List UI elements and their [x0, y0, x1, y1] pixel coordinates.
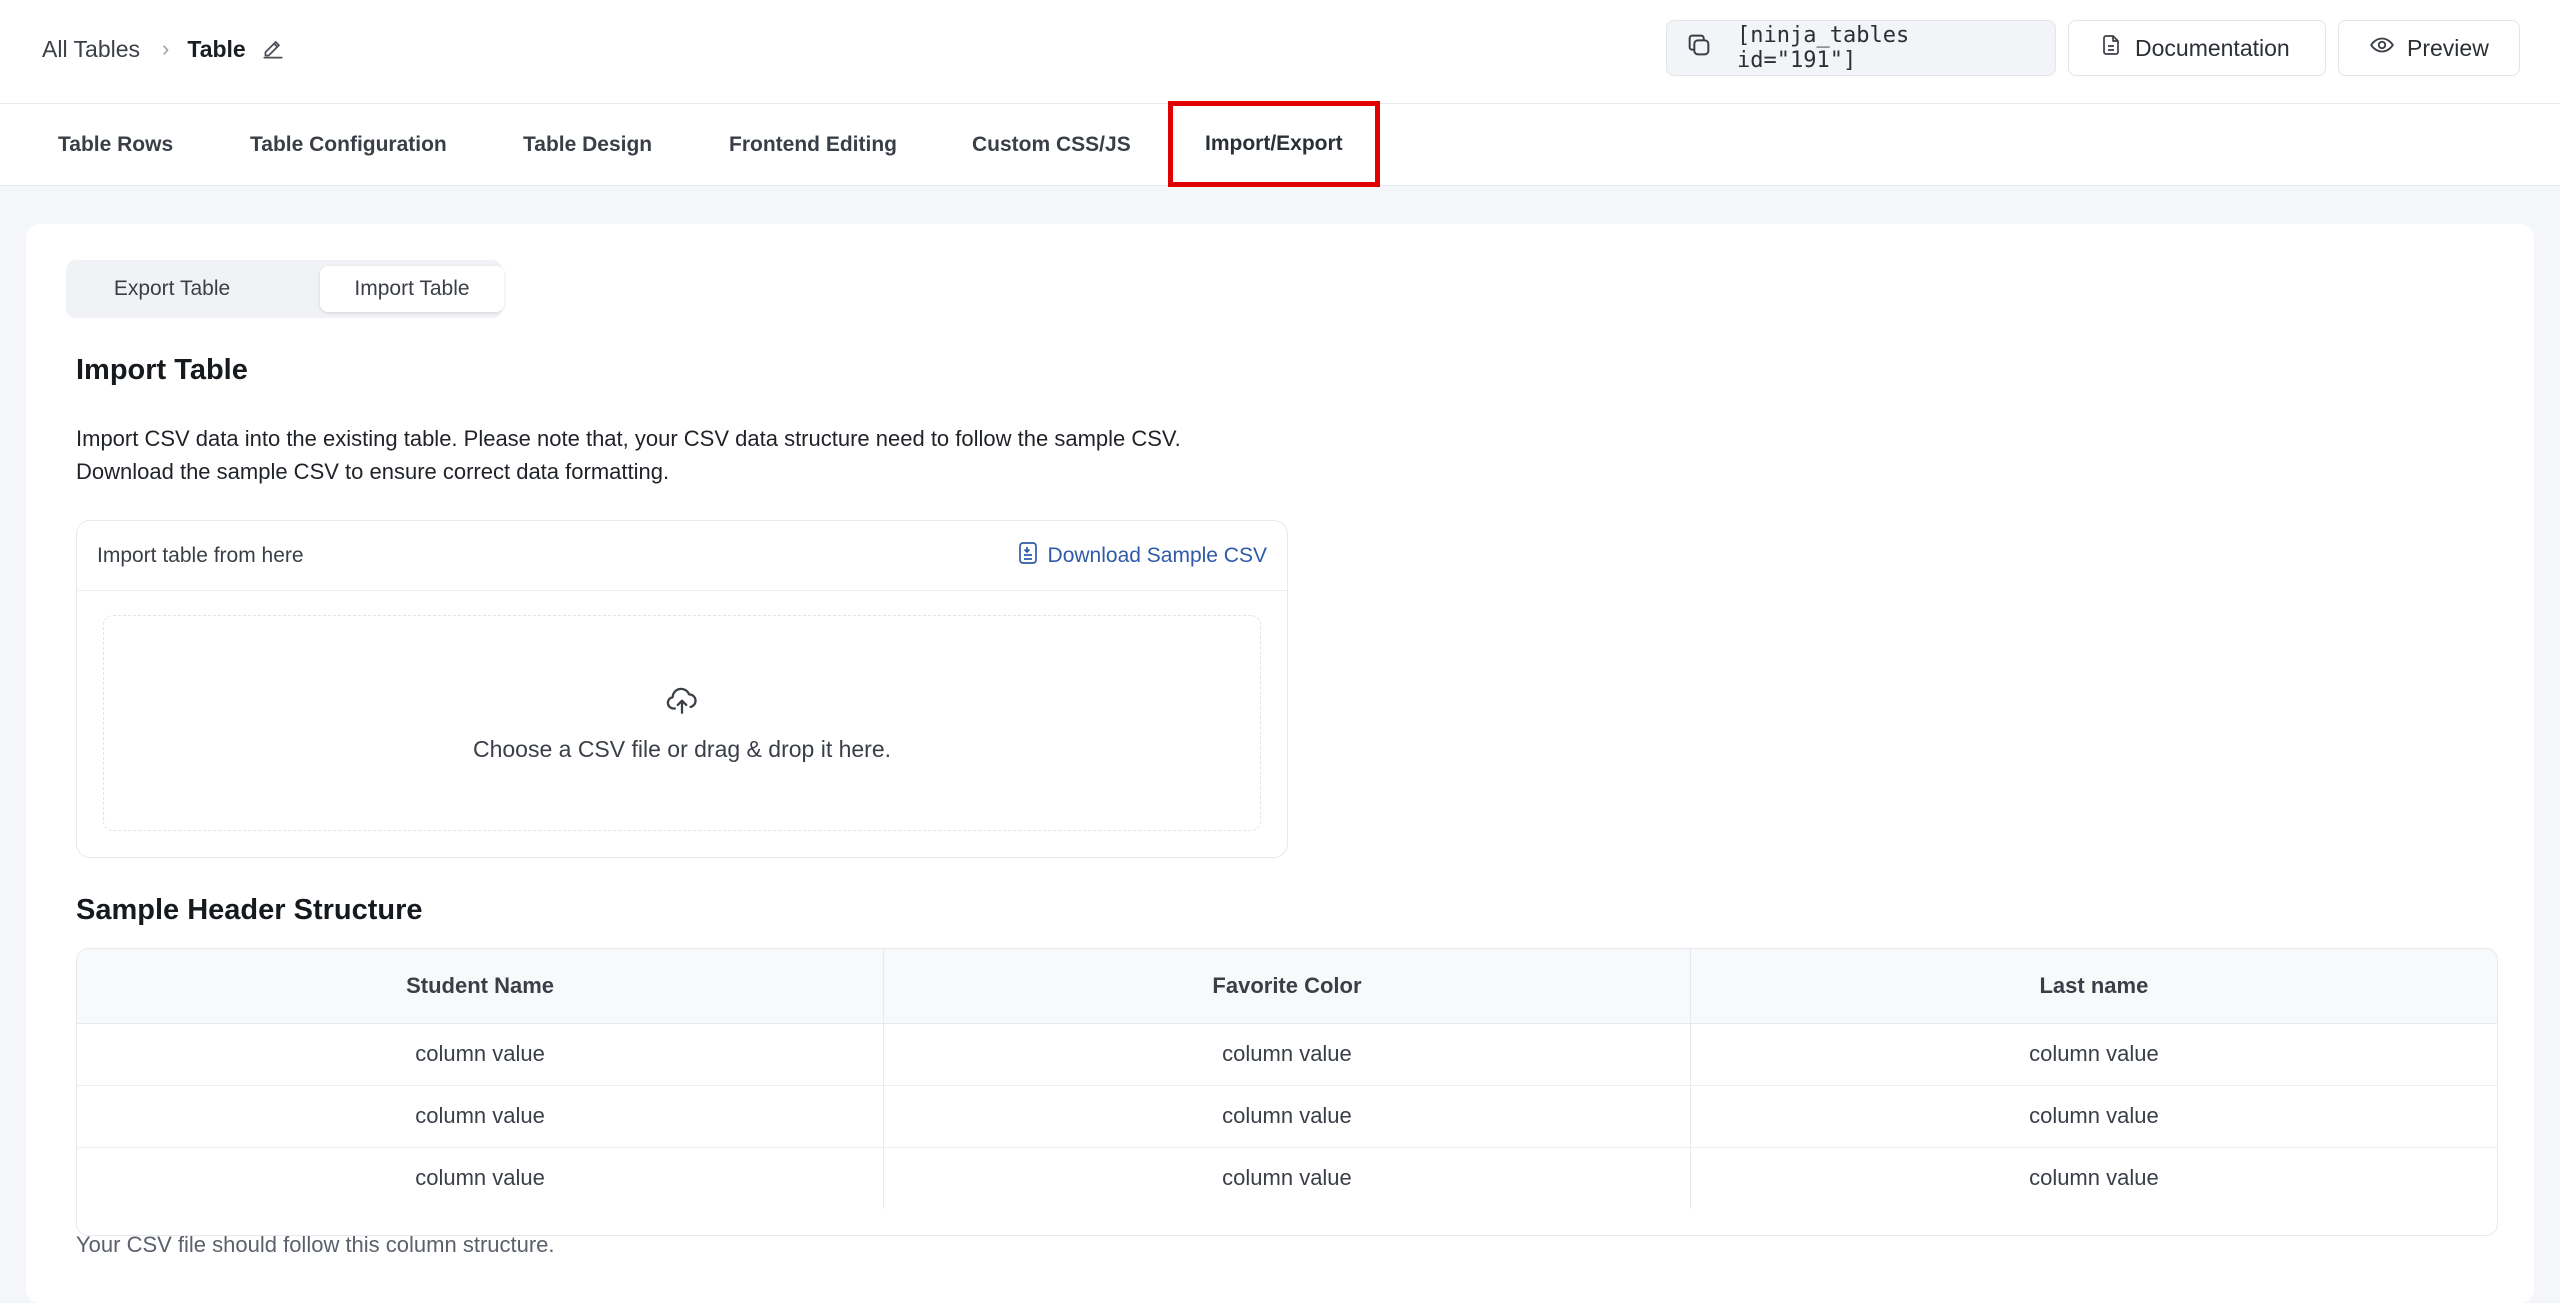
- tab-import-export[interactable]: Import/Export: [1168, 101, 1380, 187]
- table-cell: column value: [883, 1023, 1691, 1086]
- import-description-line1: Import CSV data into the existing table.…: [76, 426, 1181, 451]
- eye-icon: [2369, 32, 2395, 64]
- csv-dropzone[interactable]: Choose a CSV file or drag & drop it here…: [103, 615, 1261, 831]
- tab-custom-css-js[interactable]: Custom CSS/JS: [972, 104, 1131, 186]
- document-icon: [2099, 32, 2123, 64]
- table-cell: column value: [77, 1147, 885, 1209]
- tab-table-rows[interactable]: Table Rows: [58, 104, 173, 186]
- column-header: Last name: [1690, 949, 2497, 1024]
- import-title: Import Table: [76, 354, 248, 386]
- table-cell: column value: [1690, 1023, 2497, 1086]
- table-cell: column value: [1690, 1085, 2497, 1148]
- tab-table-design[interactable]: Table Design: [523, 104, 652, 186]
- breadcrumb: All Tables › Table: [42, 33, 286, 65]
- tab-frontend-editing[interactable]: Frontend Editing: [729, 104, 897, 186]
- preview-label: Preview: [2407, 34, 2489, 61]
- download-sample-csv-label: Download Sample CSV: [1047, 543, 1267, 567]
- table-cell: column value: [883, 1085, 1691, 1148]
- sample-footnote: Your CSV file should follow this column …: [76, 1232, 555, 1257]
- pencil-icon[interactable]: [260, 36, 286, 62]
- tab-table-configuration[interactable]: Table Configuration: [250, 104, 447, 186]
- table-cell: column value: [2029, 1165, 2159, 1191]
- export-import-switch: Export Table Import Table: [66, 260, 504, 318]
- main-card: Export Table Import Table Import Table I…: [26, 224, 2534, 1303]
- table-header-row: Student Name Favorite Color Last name: [77, 949, 2497, 1024]
- table-row: column value column value column value: [77, 1085, 2497, 1148]
- import-table-toggle[interactable]: Import Table: [320, 266, 504, 312]
- import-description: Import CSV data into the existing table.…: [76, 422, 1376, 488]
- file-icon: [1018, 541, 1038, 571]
- import-box: Import table from here Download Sample C…: [76, 520, 1288, 858]
- table-cell: column value: [77, 1023, 885, 1086]
- table-cell: column value: [77, 1085, 885, 1148]
- documentation-button[interactable]: Documentation: [2068, 20, 2326, 76]
- table-row: column value column value column value: [77, 1023, 2497, 1086]
- cloud-upload-icon: [665, 683, 699, 722]
- export-table-toggle[interactable]: Export Table: [72, 266, 272, 312]
- import-box-label: Import table from here: [97, 543, 304, 567]
- shortcode-copy[interactable]: [ninja_tables id="191"]: [1666, 20, 2056, 76]
- breadcrumb-current: Table: [187, 35, 246, 62]
- dropzone-text: Choose a CSV file or drag & drop it here…: [472, 736, 892, 762]
- shortcode-text: [ninja_tables id="191"]: [1737, 23, 1910, 73]
- table-cell: column value: [883, 1147, 1691, 1209]
- preview-button[interactable]: Preview: [2338, 20, 2520, 76]
- table-row: column value column value column value: [77, 1147, 2497, 1209]
- breadcrumb-separator: ›: [162, 36, 170, 61]
- download-sample-csv-link[interactable]: Download Sample CSV: [1018, 541, 1267, 571]
- import-description-line2: Download the sample CSV to ensure correc…: [76, 459, 670, 484]
- tab-bar: Table Rows Table Configuration Table Des…: [0, 101, 2560, 187]
- sample-header-title: Sample Header Structure: [76, 894, 423, 926]
- top-bar: All Tables › Table [ninja_tables id="191…: [0, 0, 2560, 104]
- column-header: Favorite Color: [883, 949, 1691, 1024]
- breadcrumb-all-tables[interactable]: All Tables: [42, 36, 140, 63]
- top-actions: [ninja_tables id="191"] Documentation Pr…: [1666, 20, 2520, 76]
- copy-icon[interactable]: [1685, 31, 1713, 65]
- sample-header-table: Student Name Favorite Color Last name co…: [76, 948, 2498, 1236]
- column-header: Student Name: [77, 949, 885, 1024]
- import-box-header: Import table from here Download Sample C…: [77, 521, 1287, 591]
- documentation-label: Documentation: [2135, 34, 2290, 61]
